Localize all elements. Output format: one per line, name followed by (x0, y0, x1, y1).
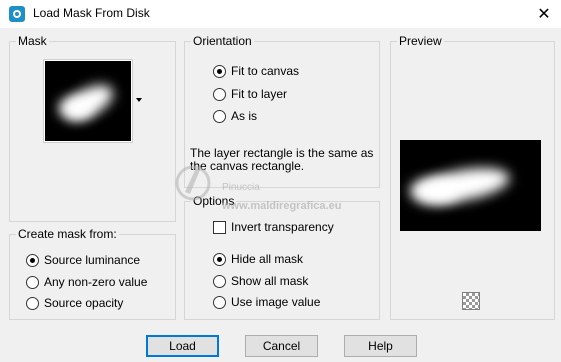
transparency-checker-icon[interactable] (462, 292, 480, 310)
radio-label: Source opacity (44, 296, 124, 310)
radio-fit-to-layer[interactable]: Fit to layer (213, 86, 287, 102)
radio-label: Fit to layer (231, 87, 288, 101)
close-button[interactable]: ✕ (527, 0, 561, 28)
radio-indicator[interactable] (26, 275, 39, 289)
radio-indicator[interactable] (213, 109, 226, 123)
radio-as-is[interactable]: As is (213, 108, 257, 124)
cancel-button[interactable]: Cancel (245, 335, 318, 357)
radio-indicator[interactable] (26, 253, 39, 267)
checkbox-label: Invert transparency (231, 220, 334, 234)
radio-hide-all-mask[interactable]: Hide all mask (213, 251, 303, 267)
radio-label: Use image value (231, 295, 321, 309)
radio-indicator[interactable] (26, 296, 39, 310)
radio-fit-to-canvas[interactable]: Fit to canvas (213, 63, 299, 79)
options-group-label: Options (191, 194, 237, 208)
preview-image (400, 140, 541, 231)
radio-label: Fit to canvas (231, 64, 300, 78)
radio-show-all-mask[interactable]: Show all mask (213, 273, 308, 289)
radio-label: Show all mask (231, 274, 309, 288)
load-button[interactable]: Load (146, 335, 219, 357)
help-button[interactable]: Help (344, 335, 417, 357)
radio-indicator[interactable] (213, 64, 226, 78)
mask-thumbnail[interactable] (44, 60, 132, 142)
radio-label: Hide all mask (231, 252, 304, 266)
radio-source-opacity[interactable]: Source opacity (26, 295, 123, 311)
radio-indicator[interactable] (213, 295, 226, 309)
radio-label: As is (231, 109, 258, 123)
preview-group-label: Preview (397, 34, 444, 48)
radio-label: Source luminance (44, 253, 141, 267)
create-mask-from-label: Create mask from: (16, 227, 119, 241)
window-title: Load Mask From Disk (33, 6, 150, 20)
checkbox-invert-transparency[interactable]: Invert transparency (213, 219, 334, 235)
radio-label: Any non-zero value (44, 275, 148, 289)
radio-source-luminance[interactable]: Source luminance (26, 252, 140, 268)
radio-indicator[interactable] (213, 87, 226, 101)
radio-indicator[interactable] (213, 274, 226, 288)
radio-indicator[interactable] (213, 252, 226, 266)
radio-any-non-zero[interactable]: Any non-zero value (26, 274, 147, 290)
radio-use-image-value[interactable]: Use image value (213, 294, 320, 310)
mask-group-label: Mask (16, 34, 49, 48)
title-bar: Load Mask From Disk ✕ (0, 0, 561, 28)
checkbox-indicator[interactable] (213, 220, 226, 234)
chevron-down-icon[interactable] (136, 98, 142, 102)
orientation-description: The layer rectangle is the same as the c… (190, 146, 374, 173)
app-icon (9, 6, 25, 22)
orientation-group-label: Orientation (191, 34, 254, 48)
